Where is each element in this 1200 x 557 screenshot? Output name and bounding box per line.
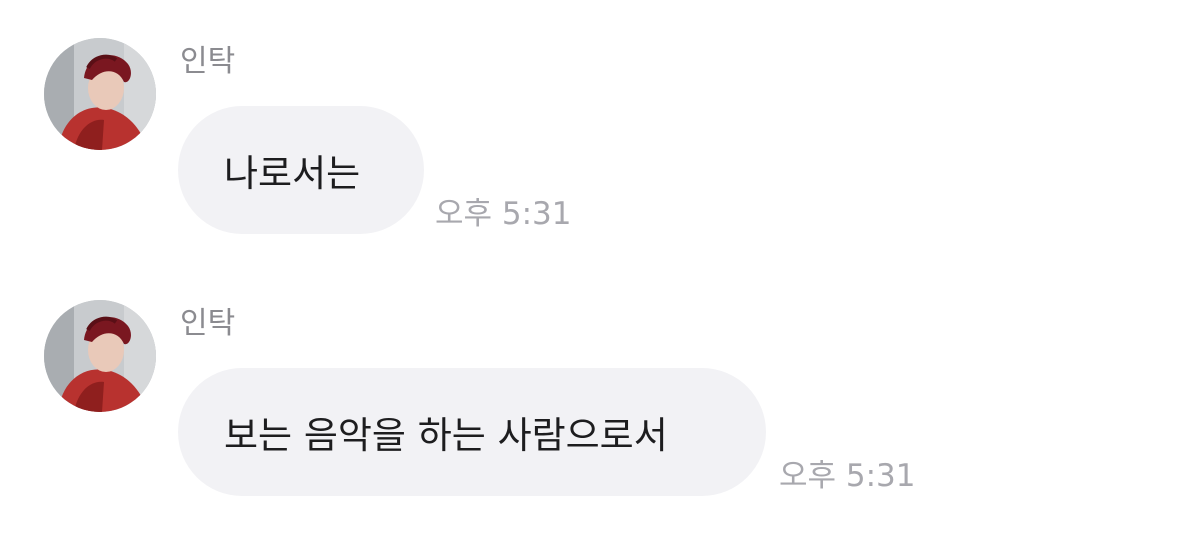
sender-avatar[interactable] [44, 300, 156, 412]
message-bubble[interactable]: 나로서는 [178, 106, 424, 234]
sender-name: 인탁 [180, 306, 236, 341]
chat-thread: 인탁 나로서는 오후 5:31 인탁 보는 음악을 하는 사람으로서 오후 5:… [0, 0, 1200, 557]
sender-avatar[interactable] [44, 38, 156, 150]
sender-name: 인탁 [180, 44, 236, 79]
message-timestamp: 오후 5:31 [435, 196, 572, 232]
avatar-photo-icon [44, 38, 156, 150]
message-bubble[interactable]: 보는 음악을 하는 사람으로서 [178, 368, 766, 496]
message-timestamp: 오후 5:31 [779, 458, 916, 494]
avatar-photo-icon [44, 300, 156, 412]
message-text: 보는 음악을 하는 사람으로서 [224, 414, 668, 457]
message-text: 나로서는 [224, 152, 361, 195]
